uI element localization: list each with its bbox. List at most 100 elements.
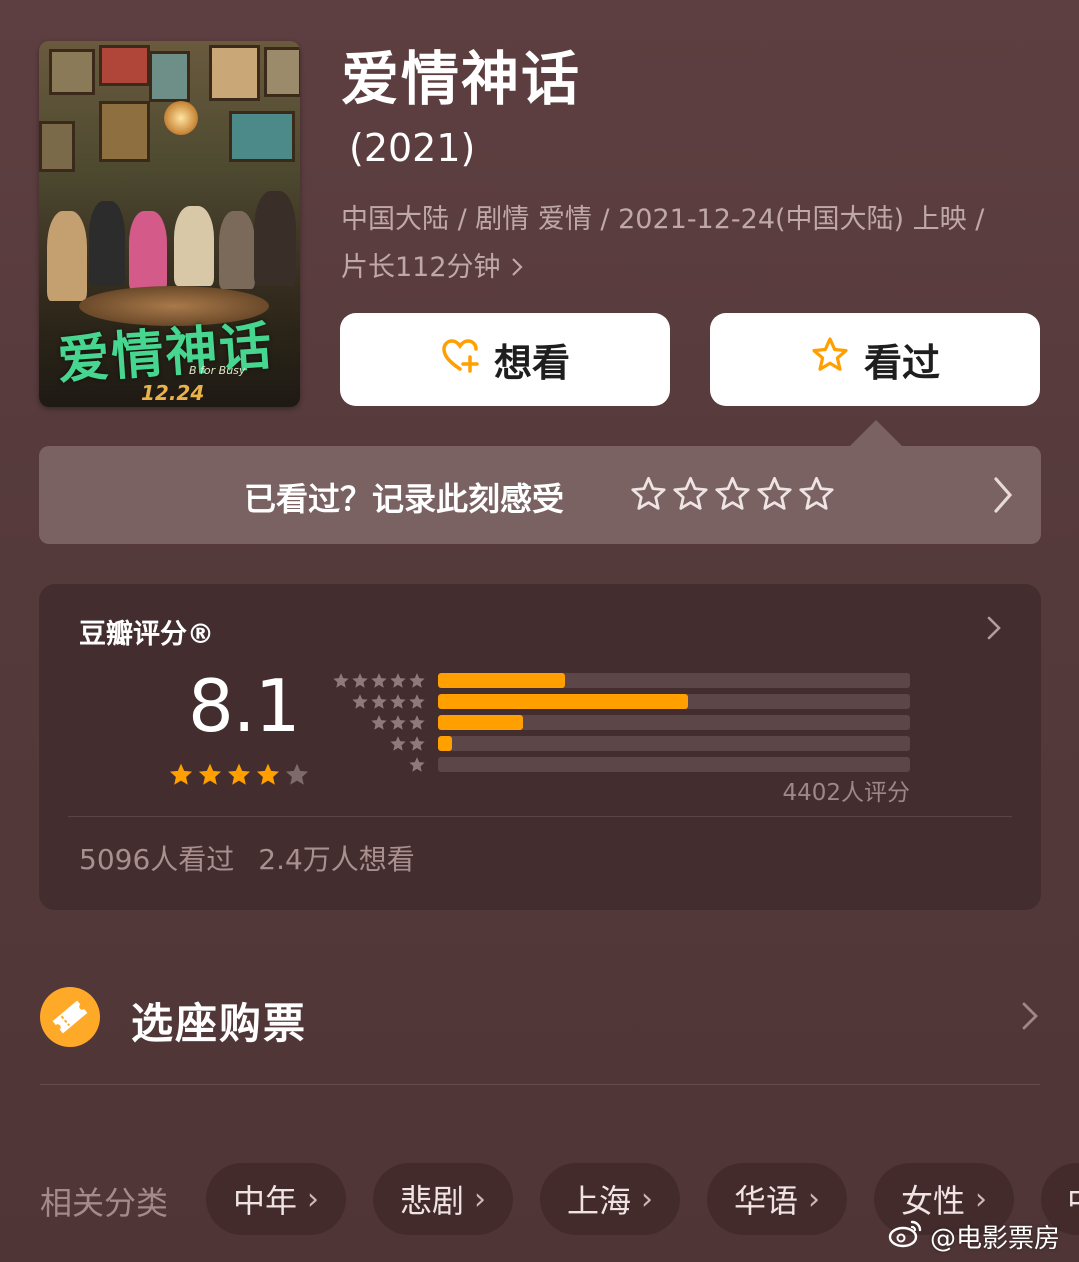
rating-distribution bbox=[438, 673, 910, 778]
watermark: @电影票房 bbox=[888, 1218, 1060, 1255]
star-small-icon bbox=[390, 735, 406, 751]
poster-person bbox=[47, 211, 87, 301]
want-to-watch-button[interactable]: 想看 bbox=[340, 313, 670, 406]
star-small-icon bbox=[390, 693, 406, 709]
watched-button[interactable]: 看过 bbox=[710, 313, 1040, 406]
chevron-right-icon: › bbox=[975, 1181, 987, 1217]
movie-meta[interactable]: 中国大陆 / 剧情 爱情 / 2021-12-24(中国大陆) 上映 / 片长1… bbox=[341, 196, 1041, 292]
chevron-right-icon: › bbox=[641, 1181, 653, 1217]
star-small-icon bbox=[371, 672, 387, 688]
star-filled-icon bbox=[169, 763, 193, 785]
star-small-icon bbox=[409, 735, 425, 751]
movie-poster[interactable]: 爱情神话 B for Busy 12.24 bbox=[39, 41, 300, 407]
poster-frame bbox=[264, 47, 300, 97]
buy-ticket-link[interactable]: 选座购票 bbox=[131, 990, 307, 1051]
bar-track bbox=[438, 694, 910, 709]
want-count: 2.4万人想看 bbox=[258, 843, 415, 876]
poster-person bbox=[129, 211, 167, 291]
meta-line-1: 中国大陆 / 剧情 爱情 / 2021-12-24(中国大陆) 上映 / bbox=[341, 204, 985, 235]
star-small-icon bbox=[409, 672, 425, 688]
tag-chip[interactable]: 华语 › bbox=[707, 1163, 847, 1235]
tag-label: 中年 bbox=[232, 1182, 297, 1220]
bar-track bbox=[438, 757, 910, 772]
rate-pointer bbox=[850, 420, 902, 446]
star-filled-icon bbox=[198, 763, 222, 785]
bar-track bbox=[438, 673, 910, 688]
star-small-icon bbox=[352, 672, 368, 688]
want-to-watch-label: 想看 bbox=[493, 341, 570, 385]
tag-label: 中 bbox=[1067, 1176, 1079, 1222]
tag-label: 华语 bbox=[733, 1182, 798, 1220]
chevron-right-icon: › bbox=[307, 1181, 319, 1217]
weibo-icon bbox=[888, 1218, 924, 1255]
star-empty-icon bbox=[285, 763, 309, 785]
bar-fill bbox=[438, 673, 566, 688]
star-outline-icon bbox=[810, 335, 850, 384]
star-filled-icon bbox=[227, 763, 251, 785]
poster-frame bbox=[99, 101, 150, 162]
poster-date: 12.24 bbox=[141, 381, 205, 405]
star-label-row bbox=[330, 712, 426, 733]
watermark-text: @电影票房 bbox=[930, 1224, 1061, 1254]
bar-fill bbox=[438, 694, 689, 709]
star-small-icon bbox=[371, 693, 387, 709]
movie-year: (2021) bbox=[349, 126, 476, 170]
star-small-icon bbox=[333, 672, 349, 688]
poster-frame bbox=[39, 121, 75, 172]
star-small-icon bbox=[409, 693, 425, 709]
star-outline-icon[interactable] bbox=[798, 476, 835, 513]
poster-title-art: 爱情神话 bbox=[55, 316, 276, 392]
rate-stars[interactable] bbox=[630, 476, 835, 513]
tag-chip[interactable]: 中年 › bbox=[206, 1163, 346, 1235]
chevron-right-icon bbox=[509, 252, 525, 283]
chevron-right-icon bbox=[985, 614, 1003, 646]
divider bbox=[68, 816, 1012, 817]
poster-person bbox=[89, 201, 125, 286]
meta-line-2-row: 片长112分钟 bbox=[341, 244, 1041, 292]
poster-person bbox=[219, 211, 255, 289]
heart-plus-icon bbox=[440, 335, 480, 384]
star-small-icon bbox=[409, 756, 425, 772]
bar-fill bbox=[438, 736, 453, 751]
star-outline-icon[interactable] bbox=[630, 476, 667, 513]
rating-card-title: 豆瓣评分® bbox=[79, 619, 214, 650]
bar-track bbox=[438, 715, 910, 730]
rating-score: 8.1 bbox=[188, 664, 301, 748]
chevron-right-icon: › bbox=[474, 1181, 486, 1217]
tag-label: 女性 bbox=[900, 1182, 965, 1220]
poster-frame bbox=[209, 45, 260, 101]
star-label-row bbox=[330, 754, 426, 775]
tag-chip[interactable]: 上海 › bbox=[540, 1163, 680, 1235]
star-small-icon bbox=[371, 714, 387, 730]
tag-label: 上海 bbox=[566, 1182, 631, 1220]
poster-frame bbox=[99, 45, 150, 86]
poster-lamp bbox=[164, 101, 198, 135]
tag-label: 悲剧 bbox=[399, 1182, 464, 1220]
poster-frame bbox=[149, 51, 190, 102]
star-filled-icon bbox=[256, 763, 280, 785]
star-small-icon bbox=[390, 672, 406, 688]
rating-stars bbox=[168, 762, 310, 788]
chevron-right-icon: › bbox=[808, 1181, 820, 1217]
vote-count: 4402人评分 bbox=[782, 780, 910, 806]
related-categories-label: 相关分类 bbox=[40, 1184, 169, 1222]
bar-fill bbox=[438, 715, 523, 730]
poster-person bbox=[254, 191, 296, 286]
poster-frame bbox=[49, 49, 95, 95]
star-label-row bbox=[330, 670, 426, 691]
meta-line-2: 片长112分钟 bbox=[341, 252, 501, 283]
star-outline-icon[interactable] bbox=[714, 476, 751, 513]
tag-chip[interactable]: 悲剧 › bbox=[373, 1163, 513, 1235]
star-small-icon bbox=[409, 714, 425, 730]
star-small-icon bbox=[390, 714, 406, 730]
star-outline-icon[interactable] bbox=[672, 476, 709, 513]
ticket-icon bbox=[40, 987, 100, 1047]
star-label-row bbox=[330, 691, 426, 712]
poster-frame bbox=[229, 111, 295, 162]
star-outline-icon[interactable] bbox=[756, 476, 793, 513]
poster-person bbox=[174, 206, 214, 286]
watched-label: 看过 bbox=[863, 341, 940, 385]
watched-count: 5096人看过 bbox=[79, 843, 235, 876]
poster-tagline: B for Busy bbox=[189, 364, 246, 377]
star-small-icon bbox=[352, 693, 368, 709]
